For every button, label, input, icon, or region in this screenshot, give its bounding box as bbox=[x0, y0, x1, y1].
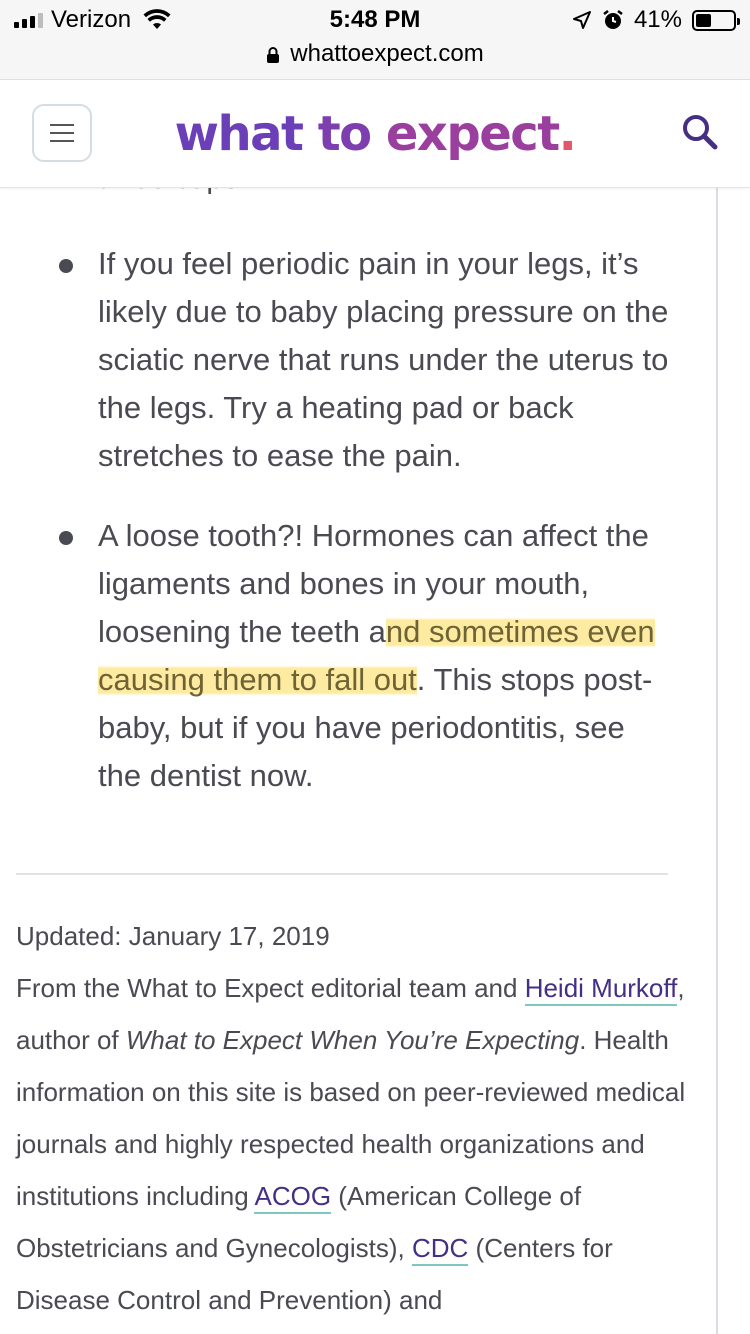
acog-link[interactable]: ACOG bbox=[254, 1181, 332, 1214]
battery-percent: 41% bbox=[633, 6, 682, 33]
section-divider bbox=[16, 873, 668, 875]
article-meta: Updated: January 17, 2019 From the What … bbox=[16, 910, 706, 1326]
bullet-dot bbox=[59, 531, 73, 545]
updated-date: Updated: January 17, 2019 bbox=[16, 921, 330, 951]
battery-icon bbox=[692, 9, 740, 31]
list-item: If you feel periodic pain in your legs, … bbox=[0, 240, 700, 480]
site-header: what to expect. bbox=[0, 80, 750, 188]
logo-word-what: what bbox=[174, 106, 304, 162]
status-right: 41% bbox=[572, 6, 740, 34]
list-item-text: If you feel periodic pain in your legs, … bbox=[98, 246, 669, 473]
search-icon[interactable] bbox=[680, 112, 720, 152]
cutoff-text: three cups! bbox=[98, 188, 246, 196]
site-logo[interactable]: what to expect. bbox=[0, 106, 750, 162]
author-link[interactable]: Heidi Murkoff bbox=[524, 973, 678, 1006]
location-arrow-icon bbox=[572, 11, 591, 29]
bullet-dot bbox=[59, 259, 73, 273]
tips-list: If you feel periodic pain in your legs, … bbox=[0, 240, 700, 832]
list-item: A loose tooth?! Hormones can affect the … bbox=[0, 512, 700, 800]
lock-icon bbox=[267, 47, 280, 63]
url-text[interactable]: whattoexpect.com bbox=[290, 40, 483, 68]
logo-word-to: to bbox=[317, 106, 372, 162]
byline: From the What to Expect editorial team a… bbox=[16, 962, 706, 1326]
logo-word-expect: expect bbox=[385, 106, 560, 162]
logo-dot: . bbox=[558, 106, 577, 162]
book-title: What to Expect When You’re Expecting bbox=[125, 1025, 580, 1055]
alarm-icon bbox=[603, 10, 623, 29]
cdc-link[interactable]: CDC bbox=[411, 1233, 469, 1266]
byline-pre: From the What to Expect editorial team a… bbox=[16, 973, 525, 1003]
address-bar[interactable]: whattoexpect.com bbox=[0, 40, 750, 68]
article-content: three cups! If you feel periodic pain in… bbox=[0, 188, 718, 1334]
status-bar: Verizon 5:48 PM 41% whattoexpect.com bbox=[0, 0, 750, 80]
